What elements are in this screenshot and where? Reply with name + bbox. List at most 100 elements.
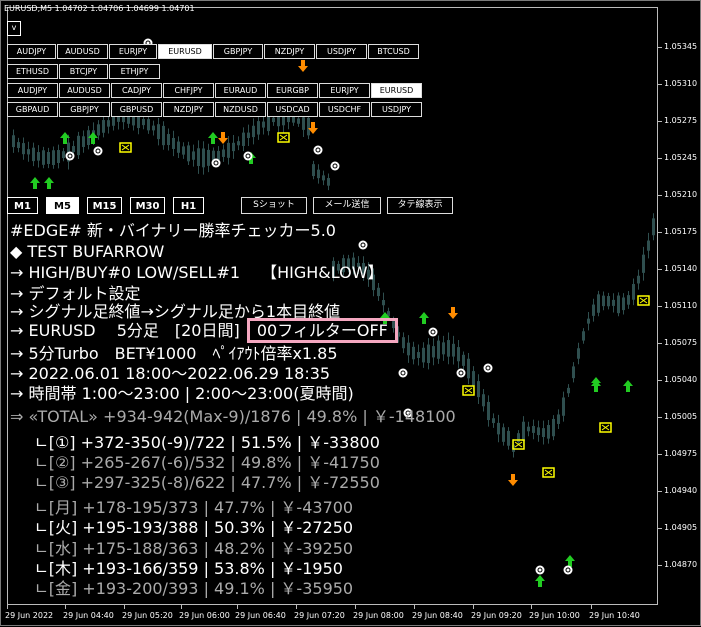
candle-body — [497, 422, 500, 435]
candle-body — [317, 169, 320, 179]
symbol-button-usdcad[interactable]: USDCAD — [267, 102, 318, 117]
symbol-button-eurusd[interactable]: EURUSD — [371, 83, 422, 98]
stat-line-1: ㄴ[①] +372-350(-9)/722 | 51.5% | ￥-33800 — [34, 433, 380, 452]
symbol-button-gbpusd[interactable]: GBPUSD — [111, 102, 162, 117]
symbol-button-eurjpy[interactable]: EURJPY — [319, 83, 370, 98]
candle-body — [152, 125, 155, 131]
time-tick — [65, 605, 66, 609]
symbol-button-ethusd[interactable]: ETHUSD — [7, 64, 58, 79]
price-label: 1.05245 — [664, 153, 698, 162]
filter-status-badge: 00フィルターOFF — [246, 318, 398, 343]
candle-body — [142, 118, 145, 126]
price-tick — [658, 343, 662, 344]
candle-body — [182, 146, 185, 155]
symbol-button-usdjpy[interactable]: USDJPY — [316, 44, 367, 59]
price-label: 1.05110 — [664, 301, 698, 310]
candle-body — [272, 117, 275, 123]
candle-body — [522, 421, 525, 442]
symbol-button-nzdjpy[interactable]: NZDJPY — [163, 102, 214, 117]
symbol-button-gbpjpy[interactable]: GBPJPY — [213, 44, 263, 59]
symbol-button-euraud[interactable]: EURAUD — [215, 83, 266, 98]
cross-box-icon — [464, 387, 473, 394]
candle-body — [257, 121, 260, 135]
symbol-button-gbpjpy[interactable]: GBPJPY — [59, 102, 110, 117]
candle-body — [27, 149, 30, 155]
candle-body — [477, 381, 480, 398]
time-label: 29 Jun 06:40 — [235, 611, 286, 620]
timeframe-button-h1[interactable]: H1 — [173, 197, 204, 214]
candle-body — [107, 120, 110, 127]
time-label: 29 Jun 10:00 — [529, 611, 580, 620]
candle-body — [597, 294, 600, 313]
close-mark-icon — [428, 327, 438, 337]
candle-body — [577, 348, 580, 359]
symbol-button-nzdusd[interactable]: NZDUSD — [215, 102, 266, 117]
candle-body — [307, 117, 310, 136]
timeframe-button-m15[interactable]: M15 — [87, 197, 122, 214]
up-arrow-icon — [419, 312, 429, 324]
send-mail-button[interactable]: メール送信 — [313, 197, 381, 214]
cross-box-icon — [544, 469, 553, 476]
symbol-button-eurusd[interactable]: EURUSD — [158, 44, 212, 59]
candle-body — [407, 342, 410, 356]
candle-body — [207, 149, 210, 166]
v-toggle-button[interactable]: v — [7, 21, 21, 36]
time-axis[interactable]: 29 Jun 2022 29 Jun 04:40 29 Jun 05:20 29 Ju… — [1, 605, 701, 627]
time-label: 29 Jun 09:20 — [471, 611, 522, 620]
symbol-button-audusd[interactable]: AUDUSD — [57, 44, 108, 59]
vertical-line-button[interactable]: タテ線表示 — [387, 197, 453, 214]
candle-body — [22, 143, 25, 155]
symbol-button-ethjpy[interactable]: ETHJPY — [109, 64, 160, 79]
candle-body — [517, 433, 520, 443]
symbol-button-gbpaud[interactable]: GBPAUD — [7, 102, 58, 117]
screenshot-button[interactable]: Sショット — [241, 197, 307, 214]
candle-body — [77, 135, 80, 156]
price-tick — [658, 491, 662, 492]
candle-body — [642, 254, 645, 273]
symbol-button-cadjpy[interactable]: CADJPY — [111, 83, 162, 98]
symbol-button-eurgbp[interactable]: EURGBP — [267, 83, 318, 98]
symbol-button-audusd[interactable]: AUDUSD — [59, 83, 110, 98]
symbol-button-btcjpy[interactable]: BTCJPY — [59, 64, 108, 79]
symbol-button-usdchf[interactable]: USDCHF — [319, 102, 370, 117]
candle-body — [242, 132, 245, 146]
close-mark-icon — [313, 145, 323, 155]
candle-body — [172, 137, 175, 149]
candle-body — [382, 300, 385, 306]
symbol-button-audjpy[interactable]: AUDJPY — [7, 83, 58, 98]
price-label: 1.05345 — [664, 42, 698, 51]
candle-body — [567, 387, 570, 394]
candle-body — [12, 135, 15, 148]
symbol-button-usdjpy[interactable]: USDJPY — [371, 102, 422, 117]
timeframe-button-m5[interactable]: M5 — [46, 197, 79, 214]
candle-body — [617, 295, 620, 314]
candle-body — [527, 426, 530, 432]
cross-box-icon — [279, 134, 288, 141]
info-pair: → EURUSD 5分足 [20日間] 00フィルターOFF — [10, 318, 398, 343]
symbol-button-audjpy[interactable]: AUDJPY — [7, 44, 56, 59]
symbol-button-btcusd[interactable]: BTCUSD — [368, 44, 419, 59]
close-mark-icon — [456, 368, 466, 378]
symbol-button-eurjpy[interactable]: EURJPY — [109, 44, 157, 59]
time-tick — [414, 605, 415, 609]
info-pair-prefix: → EURUSD 5分足 [20日間] — [10, 321, 240, 340]
price-tick — [658, 306, 662, 307]
timeframe-button-m30[interactable]: M30 — [130, 197, 165, 214]
cross-box-icon — [121, 144, 130, 151]
symbol-button-chfjpy[interactable]: CHFJPY — [163, 83, 214, 98]
symbol-row-4: GBPAUD GBPJPY GBPUSD NZDJPY NZDUSD USDCAD USDC… — [7, 102, 422, 117]
symbol-row-1: AUDJPY AUDUSD EURJPY EURUSD GBPJPY NZDJPY USDJ… — [7, 44, 419, 59]
candle-body — [37, 152, 40, 161]
candle-body — [262, 121, 265, 128]
price-axis[interactable]: 1.05345 1.05310 1.05275 1.05245 1.05210 1.051… — [658, 7, 701, 605]
chart-header: EURUSD,M5 1.04702 1.04706 1.04699 1.0470… — [4, 4, 195, 13]
price-label: 1.04975 — [664, 449, 698, 458]
price-label: 1.05075 — [664, 338, 698, 347]
action-bar: Sショット メール送信 タテ線表示 — [241, 197, 453, 214]
weekday-line-mon: ㄴ[月] +178-195/373 | 47.7% | ￥-43700 — [34, 498, 354, 517]
time-label: 29 Jun 08:40 — [412, 611, 463, 620]
symbol-button-nzdjpy[interactable]: NZDJPY — [264, 44, 315, 59]
timeframe-button-m1[interactable]: M1 — [7, 197, 38, 214]
weekday-line-thu: ㄴ[木] +193-166/359 | 53.8% | ￥-1950 — [34, 559, 343, 578]
candle-body — [627, 295, 630, 305]
